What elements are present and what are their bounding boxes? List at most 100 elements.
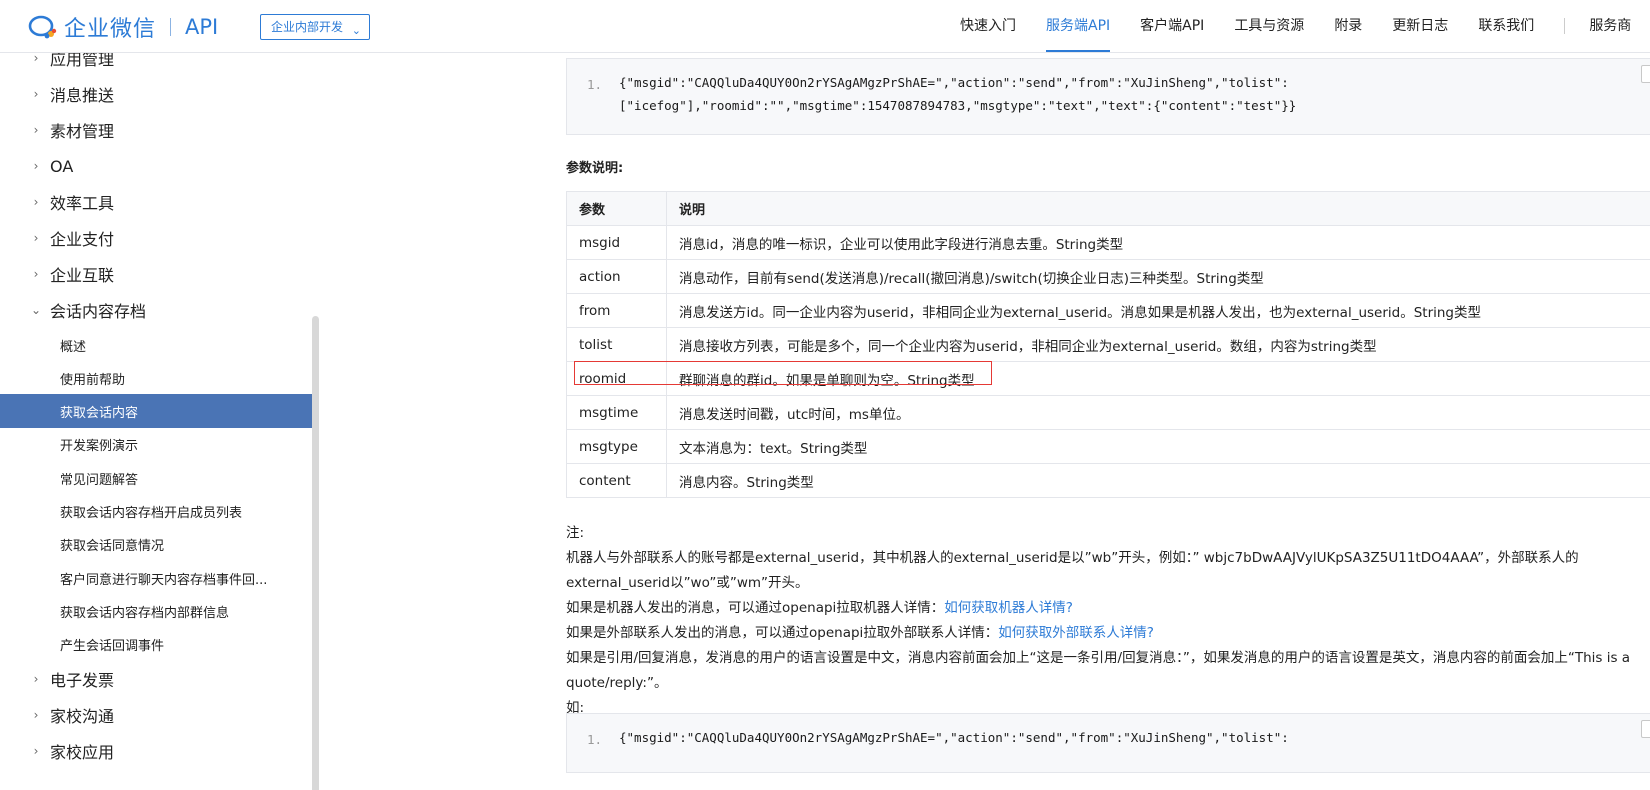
top-header: 企业微信 API 企业内部开发 ⌄ 快速入门 服务端API 客户端API 工具与… [0, 0, 1650, 53]
sidebar-item-label: 家校沟通 [50, 707, 115, 726]
notes-contact-detail: 如果是外部联系人发出的消息，可以通过openapi拉取外部联系人详情：如何获取外… [566, 621, 1636, 646]
chevron-down-icon: ⌄ [30, 303, 42, 317]
chevron-right-icon: › [33, 53, 39, 65]
sidebar-scrollbar[interactable] [312, 316, 319, 790]
param-desc: 消息内容。String类型 [666, 463, 1650, 498]
sidebar-item-payment[interactable]: › 企业支付 [0, 221, 312, 255]
logo-text: 企业微信 [64, 17, 157, 42]
link-robot-detail[interactable]: 如何获取机器人详情? [944, 600, 1073, 616]
params-title: 参数说明: [566, 161, 624, 176]
param-name: msgtime [566, 395, 667, 430]
notes-text: 如果是外部联系人发出的消息，可以通过openapi拉取外部联系人详情： [566, 625, 999, 641]
chevron-down-icon: ⌄ [351, 24, 362, 37]
sidebar-sub-agree[interactable]: 获取会话同意情况 [0, 527, 312, 561]
sidebar-item-label: 应用管理 [50, 53, 115, 69]
param-desc: 文本消息为：text。String类型 [666, 429, 1650, 464]
sidebar-item-interconnect[interactable]: › 企业互联 [0, 257, 312, 291]
column-header-desc: 说明 [666, 191, 1650, 226]
notes-robot-userid: 机器人与外部联系人的账号都是external_userid，其中机器人的exte… [566, 550, 1579, 591]
sidebar-sub-faq[interactable]: 常见问题解答 [0, 461, 312, 495]
param-desc: 消息发送时间戳，utc时间，ms单位。 [666, 395, 1650, 430]
chevron-right-icon: › [33, 267, 39, 281]
sidebar-sub-overview[interactable]: 概述 [0, 328, 312, 362]
nav-appendix[interactable]: 附录 [1334, 0, 1362, 52]
sidebar-item-label: 消息推送 [50, 86, 115, 105]
sidebar-item-label: 会话内容存档 [50, 302, 147, 321]
params-table: 参数 说明 msgid 消息id，消息的唯一标识，企业可以使用此字段进行消息去重… [566, 191, 1650, 498]
dev-type-label: 企业内部开发 [271, 20, 344, 34]
nav-divider [1564, 18, 1566, 34]
sidebar-sub-agree-event[interactable]: 客户同意进行聊天内容存档事件回... [0, 561, 312, 595]
table-row: content 消息内容。String类型 [566, 463, 1650, 498]
chevron-right-icon: › [33, 195, 39, 209]
notes-robot-detail: 如果是机器人发出的消息，可以通过openapi拉取机器人详情：如何获取机器人详情… [566, 596, 1636, 621]
param-desc: 消息动作，目前有send(发送消息)/recall(撤回消息)/switch(切… [666, 259, 1650, 294]
sidebar-item-invoice[interactable]: › 电子发票 [0, 662, 312, 696]
sidebar-sub-group-info[interactable]: 获取会话内容存档内部群信息 [0, 594, 312, 628]
nav-quickstart[interactable]: 快速入门 [960, 0, 1016, 52]
copy-icon[interactable] [1641, 720, 1650, 738]
table-row: msgtime 消息发送时间戳，utc时间，ms单位。 [566, 395, 1650, 430]
sidebar-item-efficiency[interactable]: › 效率工具 [0, 185, 312, 219]
logo-api-label: API [185, 15, 219, 39]
param-name: action [566, 259, 667, 294]
nav-provider[interactable]: 服务商 [1589, 0, 1631, 52]
dev-type-dropdown[interactable]: 企业内部开发 ⌄ [260, 14, 371, 40]
logo-divider [170, 18, 172, 36]
notes-quote-reply: 如果是引用/回复消息，发消息的用户的语言设置是中文，消息内容前面会加上“这是一条… [566, 650, 1631, 691]
param-desc: 消息id，消息的唯一标识，企业可以使用此字段进行消息去重。String类型 [666, 225, 1650, 260]
code-line: ["icefog"],"roomid":"","msgtime":1547087… [619, 98, 1297, 113]
sidebar-item-label: 效率工具 [50, 194, 115, 213]
param-name: msgid [566, 225, 667, 260]
sidebar-item-school-app[interactable]: › 家校应用 [0, 734, 312, 768]
param-desc: 消息发送方id。同一企业内容为userid，非相同企业为external_use… [666, 293, 1650, 328]
code-line: {"msgid":"CAQQluDa4QUY0On2rYSAgAMgzPrShA… [619, 75, 1289, 90]
link-contact-detail[interactable]: 如何获取外部联系人详情? [998, 625, 1154, 641]
sidebar-sub-callback[interactable]: 产生会话回调事件 [0, 627, 312, 661]
table-header-row: 参数 说明 [566, 191, 1650, 226]
wecom-logo-icon [28, 15, 57, 39]
line-number: 1. [587, 77, 603, 92]
sidebar-sub-help[interactable]: 使用前帮助 [0, 361, 312, 395]
nav-changelog[interactable]: 更新日志 [1392, 0, 1448, 52]
sidebar-item-school[interactable]: › 家校沟通 [0, 698, 312, 732]
table-row: msgtype 文本消息为：text。String类型 [566, 429, 1650, 464]
wecom-logo[interactable]: 企业微信 API [28, 13, 219, 42]
table-row: action 消息动作，目前有send(发送消息)/recall(撤回消息)/s… [566, 259, 1650, 294]
notes-text: 如果是机器人发出的消息，可以通过openapi拉取机器人详情： [566, 600, 945, 616]
chevron-right-icon: › [33, 87, 39, 101]
table-row: msgid 消息id，消息的唯一标识，企业可以使用此字段进行消息去重。Strin… [566, 225, 1650, 260]
sidebar-sub-member-list[interactable]: 获取会话内容存档开启成员列表 [0, 494, 312, 528]
sidebar-sub-demo[interactable]: 开发案例演示 [0, 427, 312, 461]
sidebar-item-label: 电子发票 [50, 671, 115, 690]
param-name: from [566, 293, 667, 328]
code-block-bottom: 1. {"msgid":"CAQQluDa4QUY0On2rYSAgAMgzPr… [566, 713, 1650, 773]
sidebar-item-label: OA [50, 156, 74, 176]
param-name: content [566, 463, 667, 498]
notes-label: 注: [566, 525, 585, 541]
main-content: 1. {"msgid":"CAQQluDa4QUY0On2rYSAgAMgzPr… [566, 53, 1650, 790]
param-name: msgtype [566, 429, 667, 464]
nav-client-api[interactable]: 客户端API [1140, 0, 1204, 52]
sidebar-sub-get-content[interactable]: 获取会话内容 [0, 394, 312, 428]
column-header-param: 参数 [566, 191, 667, 226]
sidebar-item-app-management[interactable]: › 应用管理 [0, 53, 312, 75]
table-row: tolist 消息接收方列表，可能是多个，同一个企业内容为userid，非相同企… [566, 327, 1650, 362]
param-name: tolist [566, 327, 667, 362]
nav-server-api[interactable]: 服务端API [1046, 0, 1111, 52]
sidebar-item-label: 企业支付 [50, 230, 115, 249]
chevron-right-icon: › [33, 708, 39, 722]
sidebar-item-oa[interactable]: › OA [0, 149, 312, 183]
chevron-right-icon: › [33, 672, 39, 686]
sidebar-item-archive[interactable]: ⌄ 会话内容存档 [0, 293, 312, 327]
table-row: roomid 群聊消息的群id。如果是单聊则为空。String类型 [566, 361, 1650, 396]
sidebar-item-message-push[interactable]: › 消息推送 [0, 77, 312, 111]
top-nav: 快速入门 服务端API 客户端API 工具与资源 附录 更新日志 联系我们 服务… [960, 0, 1650, 52]
table-row: from 消息发送方id。同一企业内容为userid，非相同企业为externa… [566, 293, 1650, 328]
code-block-top: 1. {"msgid":"CAQQluDa4QUY0On2rYSAgAMgzPr… [566, 58, 1650, 135]
copy-icon[interactable] [1641, 65, 1650, 83]
sidebar-item-media[interactable]: › 素材管理 [0, 113, 312, 147]
chevron-right-icon: › [33, 159, 39, 173]
nav-tools[interactable]: 工具与资源 [1234, 0, 1304, 52]
nav-contact[interactable]: 联系我们 [1478, 0, 1534, 52]
